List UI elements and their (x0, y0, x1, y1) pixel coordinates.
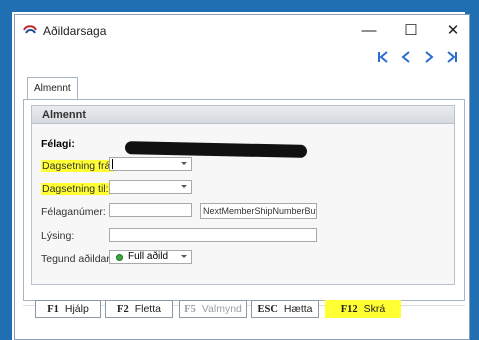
help-button[interactable]: F1 Hjálp (35, 300, 101, 318)
desktop-background-left (0, 0, 12, 340)
membership-type-combo[interactable]: Full aðild (109, 250, 192, 264)
status-dot-icon (116, 254, 123, 261)
last-record-button[interactable] (443, 49, 461, 65)
app-logo-icon (23, 25, 37, 34)
browse-label: Fletta (134, 303, 161, 315)
menu-key: F5 (184, 304, 196, 315)
chevron-left-icon (401, 51, 410, 63)
cancel-label: Hætta (283, 303, 313, 315)
tab-strip: Almennt (23, 77, 467, 100)
text-cursor (112, 159, 113, 169)
next-member-number-button[interactable]: NextMemberShipNumberButt (200, 203, 317, 219)
first-record-icon (378, 51, 388, 63)
save-label: Skrá (363, 303, 386, 315)
save-button[interactable]: F12 Skrá (325, 300, 401, 318)
member-label: Félagi: (41, 138, 75, 150)
minimize-button[interactable]: — (351, 19, 387, 41)
date-to-label: Dagsetning til: (41, 183, 110, 195)
desktop-background (0, 0, 479, 12)
last-record-icon (447, 51, 457, 63)
chevron-right-icon (425, 51, 434, 63)
date-from-label-text: Dagsetning frá: (41, 160, 115, 172)
cancel-button[interactable]: ESC Hætta (251, 300, 319, 318)
date-from-label: Dagsetning frá: (41, 160, 115, 172)
browse-button[interactable]: F2 Fletta (105, 300, 173, 318)
window-title: Aðildarsaga (43, 24, 107, 38)
browse-key: F2 (117, 304, 129, 315)
menu-label: Valmynd (201, 303, 242, 315)
membership-type-label: Tegund aðildar: (41, 253, 113, 265)
title-bar: Aðildarsaga — ☐ ✕ (15, 15, 469, 45)
cancel-key: ESC (257, 304, 278, 315)
description-label: Lýsing: (41, 230, 75, 242)
member-number-label: Félaganúmer: (41, 206, 106, 218)
next-record-button[interactable] (420, 49, 438, 65)
chevron-down-icon (181, 255, 187, 258)
date-to-combo[interactable] (109, 180, 192, 194)
tab-almennt[interactable]: Almennt (27, 77, 78, 100)
chevron-down-icon (181, 162, 187, 165)
help-label: Hjálp (64, 303, 89, 315)
menu-button[interactable]: F5 Valmynd (179, 300, 247, 318)
member-number-input[interactable] (109, 203, 192, 217)
help-key: F1 (47, 304, 59, 315)
save-key: F12 (340, 304, 358, 315)
date-from-combo[interactable] (109, 157, 192, 171)
date-to-label-text: Dagsetning til: (41, 183, 110, 195)
chevron-down-icon (181, 185, 187, 188)
membership-type-value: Full aðild (128, 251, 169, 262)
group-title: Almennt (32, 106, 454, 124)
maximize-button[interactable]: ☐ (393, 19, 429, 41)
dialog-window: Aðildarsaga — ☐ ✕ Almennt Almennt Félagi… (14, 14, 470, 340)
description-input[interactable] (109, 228, 317, 242)
first-record-button[interactable] (374, 49, 392, 65)
close-button[interactable]: ✕ (435, 19, 471, 41)
previous-record-button[interactable] (397, 49, 415, 65)
